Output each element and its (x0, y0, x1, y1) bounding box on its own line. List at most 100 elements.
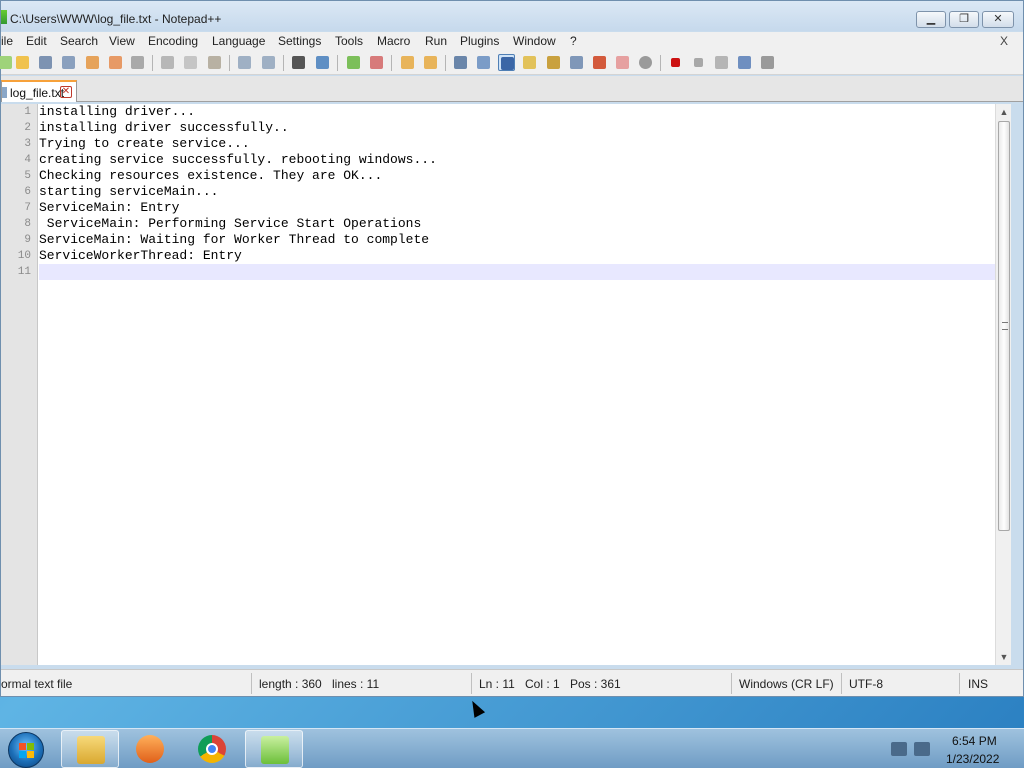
undo-icon[interactable] (236, 54, 253, 71)
status-lines: lines : 11 (332, 677, 380, 691)
close-button[interactable]: ✕ (982, 11, 1014, 28)
taskbar-media-player[interactable] (121, 730, 179, 768)
menu-help[interactable]: ? (570, 34, 577, 48)
code-line[interactable]: creating service successfully. rebooting… (39, 152, 437, 168)
menu-language[interactable]: Language (212, 34, 265, 48)
menu-macro[interactable]: Macro (377, 34, 410, 48)
tab-bar: log_file.txt ✕ (1, 76, 1023, 102)
cut-icon[interactable] (159, 54, 176, 71)
code-line[interactable]: installing driver... (39, 104, 195, 120)
toolbar-separator (445, 55, 446, 71)
zoom-in-icon[interactable] (345, 54, 362, 71)
minimize-icon: ▁ (926, 13, 936, 25)
save-all-icon[interactable] (60, 54, 77, 71)
paste-icon[interactable] (206, 54, 223, 71)
start-button[interactable] (8, 732, 44, 768)
menu-file[interactable]: ile (1, 34, 13, 48)
code-line[interactable]: Trying to create service... (39, 136, 250, 152)
status-separator (731, 673, 732, 694)
menu-search[interactable]: Search (60, 34, 98, 48)
taskbar (0, 728, 1024, 768)
clock-time[interactable]: 6:54 PM (952, 734, 997, 748)
status-file-type: ormal text file (1, 677, 73, 691)
sync-vertical-icon[interactable] (399, 54, 416, 71)
title-bar[interactable]: C:\Users\WWW\log_file.txt - Notepad++ ▁ … (1, 1, 1023, 31)
menu-encoding[interactable]: Encoding (148, 34, 198, 48)
code-line[interactable]: ServiceMain: Entry (39, 200, 179, 216)
status-length: length : 360 (259, 677, 322, 691)
redo-icon[interactable] (260, 54, 277, 71)
save-macro-icon[interactable] (759, 54, 776, 71)
play-macro-icon[interactable] (713, 54, 730, 71)
menu-view[interactable]: View (109, 34, 135, 48)
line-number: 4 (24, 154, 31, 166)
find-icon[interactable] (290, 54, 307, 71)
folder-as-workspace-icon[interactable] (591, 54, 608, 71)
editor-area[interactable]: 1 2 3 4 5 6 7 8 9 10 11 installing drive… (1, 104, 1009, 665)
monitoring-icon[interactable] (614, 54, 631, 71)
vertical-scrollbar[interactable]: ▲ ▼ (995, 104, 1011, 665)
scrollbar-thumb[interactable] (998, 121, 1010, 531)
taskbar-notepad-plus-plus[interactable] (245, 730, 303, 768)
close-file-icon[interactable] (84, 54, 101, 71)
tab-log-file[interactable]: log_file.txt ✕ (1, 80, 77, 102)
taskbar-explorer[interactable] (61, 730, 119, 768)
toolbar-separator (660, 55, 661, 71)
tab-close-icon[interactable]: ✕ (60, 86, 72, 98)
open-file-icon[interactable] (14, 54, 31, 71)
scroll-up-icon[interactable]: ▲ (996, 104, 1012, 120)
show-all-chars-icon[interactable] (475, 54, 492, 71)
eye-icon[interactable] (637, 54, 654, 71)
chrome-icon (198, 735, 226, 763)
record-macro-icon[interactable] (667, 54, 684, 71)
status-separator (471, 673, 472, 694)
status-separator (251, 673, 252, 694)
code-line[interactable]: installing driver successfully.. (39, 120, 289, 136)
run-macro-multiple-icon[interactable] (736, 54, 753, 71)
stop-record-icon[interactable] (690, 54, 707, 71)
close-all-icon[interactable] (107, 54, 124, 71)
status-separator (841, 673, 842, 694)
line-number: 3 (24, 138, 31, 150)
code-line[interactable]: ServiceWorkerThread: Entry (39, 248, 242, 264)
menu-tools[interactable]: Tools (335, 34, 363, 48)
document-map-icon[interactable] (545, 54, 562, 71)
close-icon: ✕ (993, 13, 1003, 25)
restore-icon: ❐ (959, 13, 969, 25)
code-line[interactable]: ServiceMain: Waiting for Worker Thread t… (39, 232, 429, 248)
menu-settings[interactable]: Settings (278, 34, 321, 48)
sync-horizontal-icon[interactable] (422, 54, 439, 71)
scroll-down-icon[interactable]: ▼ (996, 649, 1012, 665)
menu-edit[interactable]: Edit (26, 34, 47, 48)
volume-icon[interactable] (914, 742, 930, 756)
replace-icon[interactable] (314, 54, 331, 71)
network-icon[interactable] (891, 742, 907, 756)
minimize-button[interactable]: ▁ (916, 11, 946, 28)
zoom-out-icon[interactable] (368, 54, 385, 71)
clock-date[interactable]: 1/23/2022 (946, 752, 999, 766)
word-wrap-icon[interactable] (452, 54, 469, 71)
status-bar: ormal text file length : 360 lines : 11 … (1, 669, 1023, 696)
menu-run[interactable]: Run (425, 34, 447, 48)
language-udl-icon[interactable] (521, 54, 538, 71)
function-list-icon[interactable] (568, 54, 585, 71)
close-document-button[interactable]: X (1000, 34, 1008, 48)
taskbar-chrome[interactable] (183, 730, 241, 768)
toolbar-separator (337, 55, 338, 71)
save-icon[interactable] (37, 54, 54, 71)
line-number: 2 (24, 122, 31, 134)
menu-window[interactable]: Window (513, 34, 556, 48)
line-number: 10 (17, 250, 31, 262)
mouse-cursor-icon (466, 698, 486, 718)
code-line[interactable]: starting serviceMain... (39, 184, 218, 200)
copy-icon[interactable] (182, 54, 199, 71)
menu-plugins[interactable]: Plugins (460, 34, 499, 48)
indent-guide-icon[interactable] (498, 54, 515, 71)
print-icon[interactable] (129, 54, 146, 71)
code-line[interactable]: Checking resources existence. They are O… (39, 168, 382, 184)
code-line[interactable]: ServiceMain: Performing Service Start Op… (39, 216, 421, 232)
status-insert-mode: INS (968, 677, 989, 691)
status-column: Col : 1 (525, 677, 560, 691)
new-file-icon[interactable] (0, 54, 14, 71)
maximize-button[interactable]: ❐ (949, 11, 979, 28)
